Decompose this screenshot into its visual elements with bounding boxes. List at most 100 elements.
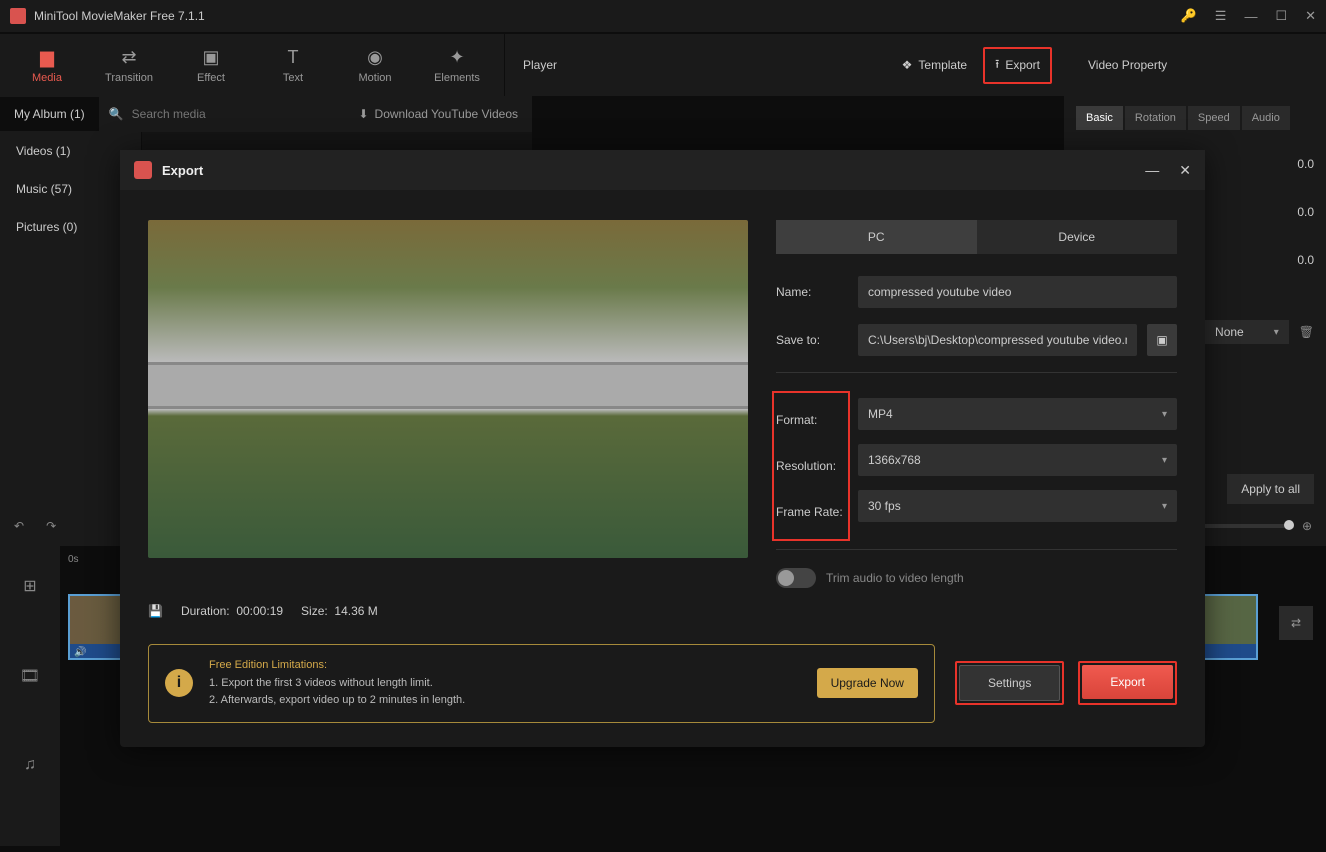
- main-toolbar: ▆ Media ⇄ Transition ▣ Effect T Text ◉ M…: [0, 34, 1326, 96]
- zoom-slider[interactable]: [1194, 524, 1294, 528]
- export-tab-pc[interactable]: PC: [776, 220, 977, 254]
- limitations-line1: 1. Export the first 3 videos without len…: [209, 675, 801, 693]
- dialog-title: Export: [162, 163, 203, 178]
- motion-icon: ◉: [367, 47, 383, 68]
- text-icon: T: [288, 47, 299, 68]
- chevron-down-icon: ▾: [1162, 409, 1167, 420]
- video-property-label: Video Property: [1088, 58, 1167, 72]
- layers-icon: ❖: [902, 58, 913, 72]
- add-clip-icon[interactable]: ⊞: [23, 576, 36, 596]
- menu-icon[interactable]: ☰: [1215, 8, 1227, 24]
- zoom-fit-icon[interactable]: ⊕: [1302, 519, 1312, 533]
- trim-audio-toggle[interactable]: [776, 568, 816, 588]
- timeline-track-icons: ⊞ 🎞 ♫: [0, 546, 60, 846]
- apply-to-all-button[interactable]: Apply to all: [1227, 474, 1314, 504]
- app-title: MiniTool MovieMaker Free 7.1.1: [34, 9, 1181, 23]
- download-icon: ⬇: [358, 107, 368, 121]
- tab-effect[interactable]: ▣ Effect: [170, 34, 252, 96]
- size-value: 14.36 M: [334, 604, 377, 618]
- folder-open-icon: ▣: [1156, 333, 1167, 347]
- close-icon[interactable]: ✕: [1305, 8, 1316, 24]
- template-label: Template: [918, 58, 967, 72]
- download-youtube-button[interactable]: ⬇ Download YouTube Videos: [358, 107, 532, 121]
- tab-media-label: Media: [32, 72, 62, 84]
- info-icon: i: [165, 669, 193, 697]
- album-tab[interactable]: My Album (1): [0, 97, 99, 131]
- format-select[interactable]: MP4 ▾: [858, 398, 1177, 430]
- tab-media[interactable]: ▆ Media: [6, 34, 88, 96]
- name-input[interactable]: [858, 276, 1177, 308]
- export-tab-device[interactable]: Device: [977, 220, 1178, 254]
- swap-button[interactable]: ⇄: [1279, 606, 1313, 640]
- chevron-down-icon: ▾: [1162, 501, 1167, 512]
- template-button[interactable]: ❖ Template: [902, 58, 967, 72]
- format-label: Format:: [776, 413, 817, 427]
- minimize-icon[interactable]: —: [1244, 9, 1257, 24]
- title-bar: MiniTool MovieMaker Free 7.1.1 🔑 ☰ — ☐ ✕: [0, 0, 1326, 32]
- resolution-label: Resolution:: [776, 459, 836, 473]
- tab-motion[interactable]: ◉ Motion: [334, 34, 416, 96]
- key-icon[interactable]: 🔑: [1181, 8, 1197, 24]
- save-icon: 💾: [148, 604, 163, 618]
- export-dialog: Export — ✕ PC Device Name: Save to: ▣: [120, 150, 1205, 747]
- tab-elements-label: Elements: [434, 72, 480, 84]
- browse-button[interactable]: ▣: [1147, 324, 1177, 356]
- settings-button[interactable]: Settings: [959, 665, 1060, 701]
- swap-icon: ⇄: [1291, 616, 1301, 630]
- export-button[interactable]: ⭱ Export: [983, 47, 1052, 84]
- tab-transition[interactable]: ⇄ Transition: [88, 34, 170, 96]
- tab-effect-label: Effect: [197, 72, 225, 84]
- modal-export-button[interactable]: Export: [1082, 665, 1173, 699]
- search-icon: 🔍: [109, 107, 124, 121]
- folder-icon: ▆: [40, 47, 54, 68]
- speaker-icon: 🔊: [70, 647, 86, 658]
- upload-icon: ⭱: [995, 55, 999, 76]
- undo-icon[interactable]: ↶: [14, 519, 24, 533]
- chevron-down-icon: ▾: [1274, 327, 1279, 338]
- prop-tab-speed[interactable]: Speed: [1188, 106, 1240, 130]
- dialog-minimize-icon[interactable]: —: [1145, 162, 1159, 179]
- trash-icon[interactable]: 🗑: [1299, 325, 1314, 339]
- upgrade-now-button[interactable]: Upgrade Now: [817, 668, 918, 698]
- resolution-select[interactable]: 1366x768 ▾: [858, 444, 1177, 476]
- export-label: Export: [1005, 58, 1040, 72]
- tab-text-label: Text: [283, 72, 303, 84]
- prop-tab-audio[interactable]: Audio: [1242, 106, 1290, 130]
- redo-icon[interactable]: ↷: [46, 519, 56, 533]
- format-value: MP4: [868, 407, 893, 421]
- search-input[interactable]: [132, 103, 359, 125]
- chevron-down-icon: ▾: [1162, 455, 1167, 466]
- duration-label: Duration:: [181, 604, 230, 618]
- size-label: Size:: [301, 604, 328, 618]
- prop-tab-basic[interactable]: Basic: [1076, 106, 1123, 130]
- video-track-icon: 🎞: [20, 666, 40, 686]
- tab-text[interactable]: T Text: [252, 34, 334, 96]
- resolution-value: 1366x768: [868, 453, 921, 467]
- limitations-title: Free Edition Limitations:: [209, 657, 801, 675]
- player-label: Player: [523, 58, 557, 72]
- prop-value-0: 0.0: [1297, 157, 1314, 171]
- none-select[interactable]: None ▾: [1205, 320, 1289, 344]
- export-form: PC Device Name: Save to: ▣ Format: Resol…: [776, 220, 1177, 588]
- tab-elements[interactable]: ✦ Elements: [416, 34, 498, 96]
- dialog-logo-icon: [134, 161, 152, 179]
- trim-audio-label: Trim audio to video length: [826, 571, 964, 585]
- framerate-label: Frame Rate:: [776, 505, 843, 519]
- prop-tab-rotation[interactable]: Rotation: [1125, 106, 1186, 130]
- effect-icon: ▣: [202, 47, 219, 68]
- dialog-close-icon[interactable]: ✕: [1179, 162, 1191, 179]
- audio-track-icon: ♫: [24, 756, 36, 774]
- prop-value-2: 0.0: [1297, 253, 1314, 267]
- elements-icon: ✦: [449, 47, 464, 68]
- none-label: None: [1215, 325, 1244, 339]
- transition-icon: ⇄: [121, 47, 136, 68]
- maximize-icon[interactable]: ☐: [1275, 8, 1287, 24]
- duration-value: 00:00:19: [236, 604, 283, 618]
- framerate-value: 30 fps: [868, 499, 901, 513]
- framerate-select[interactable]: 30 fps ▾: [858, 490, 1177, 522]
- limitations-line2: 2. Afterwards, export video up to 2 minu…: [209, 692, 801, 710]
- saveto-input[interactable]: [858, 324, 1137, 356]
- prop-value-1: 0.0: [1297, 205, 1314, 219]
- app-logo-icon: [10, 8, 26, 24]
- name-label: Name:: [776, 285, 848, 299]
